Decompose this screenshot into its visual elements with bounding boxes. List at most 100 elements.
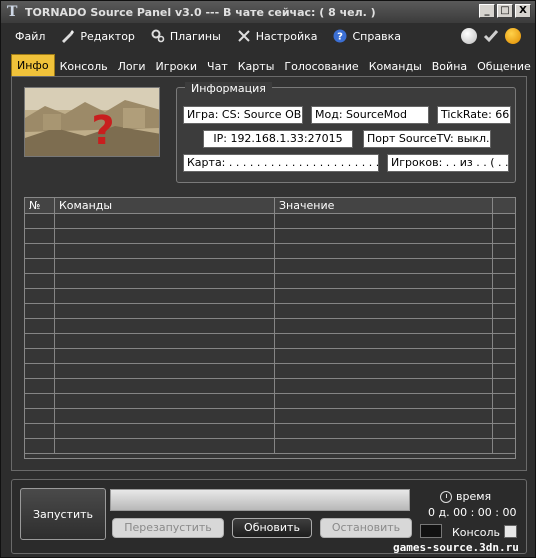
restart-button[interactable]: Перезапустить — [112, 518, 224, 538]
table-row[interactable] — [25, 259, 515, 274]
menu-settings[interactable]: Настройка — [237, 29, 317, 43]
table-row[interactable] — [25, 409, 515, 424]
table-cell — [25, 244, 55, 258]
table-row[interactable] — [25, 349, 515, 364]
table-cell — [25, 439, 55, 453]
table-cell — [493, 364, 515, 378]
table-cell — [275, 274, 493, 288]
column-header-extra[interactable] — [493, 198, 515, 213]
check-icon[interactable] — [483, 28, 499, 44]
editor-icon — [62, 30, 75, 43]
minimize-button[interactable]: _ — [479, 4, 495, 18]
table-cell — [25, 274, 55, 288]
menu-file[interactable]: Файл — [15, 30, 45, 43]
menu-editor-label: Редактор — [80, 29, 135, 43]
table-cell — [25, 304, 55, 318]
table-row[interactable] — [25, 274, 515, 289]
tab-voting[interactable]: Голосование — [279, 56, 363, 76]
menu-help[interactable]: ? Справка — [333, 29, 401, 43]
table-cell — [493, 349, 515, 363]
svg-text:?: ? — [338, 32, 344, 43]
table-cell — [493, 229, 515, 243]
stop-button[interactable]: Остановить — [320, 518, 412, 538]
menu-editor[interactable]: Редактор — [61, 29, 135, 43]
table-cell — [493, 214, 515, 228]
table-cell — [275, 394, 493, 408]
tab-commands[interactable]: Команды — [364, 56, 427, 76]
commands-table[interactable]: № Команды Значение — [24, 197, 516, 459]
table-row[interactable] — [25, 364, 515, 379]
table-row[interactable] — [25, 424, 515, 439]
app-logo-icon: T — [7, 4, 18, 20]
table-cell — [25, 214, 55, 228]
table-cell — [275, 229, 493, 243]
table-row[interactable] — [25, 229, 515, 244]
start-button[interactable]: Запустить — [20, 488, 106, 540]
help-icon: ? — [333, 29, 347, 43]
table-row[interactable] — [25, 304, 515, 319]
menu-bar: Файл Редактор Плагины Настройка ? Справк… — [1, 24, 535, 48]
info-group: Информация Игра: CS: Source OB Мод: Sour… — [176, 82, 516, 183]
table-cell — [25, 424, 55, 438]
clock-icon — [440, 490, 452, 503]
table-cell — [275, 319, 493, 333]
table-cell — [275, 304, 493, 318]
tab-communication[interactable]: Общение — [472, 56, 536, 76]
column-header-commands[interactable]: Команды — [55, 198, 275, 213]
refresh-button[interactable]: Обновить — [232, 518, 312, 538]
table-row[interactable] — [25, 379, 515, 394]
console-label: Консоль — [452, 526, 501, 539]
table-cell — [25, 319, 55, 333]
tab-maps[interactable]: Карты — [233, 56, 280, 76]
table-row[interactable] — [25, 289, 515, 304]
table-cell — [25, 364, 55, 378]
table-cell — [493, 244, 515, 258]
maximize-button[interactable]: □ — [497, 4, 513, 18]
sourcetv-field: Порт SourceTV: выкл. — [363, 130, 491, 148]
map-preview-graphic: ? — [25, 88, 159, 156]
table-cell — [55, 334, 275, 348]
table-row[interactable] — [25, 214, 515, 229]
table-row[interactable] — [25, 319, 515, 334]
table-cell — [25, 379, 55, 393]
tab-console[interactable]: Консоль — [55, 56, 113, 76]
table-cell — [55, 229, 275, 243]
tools-icon — [238, 30, 250, 42]
tab-chat[interactable]: Чат — [202, 56, 233, 76]
table-cell — [493, 289, 515, 303]
table-cell — [55, 424, 275, 438]
menu-help-label: Справка — [352, 29, 401, 43]
orange-circle-icon[interactable] — [505, 28, 521, 44]
table-cell — [25, 334, 55, 348]
table-cell — [25, 289, 55, 303]
column-header-number[interactable]: № — [25, 198, 55, 213]
table-header: № Команды Значение — [25, 198, 515, 214]
table-row[interactable] — [25, 334, 515, 349]
table-cell — [55, 439, 275, 453]
column-header-value[interactable]: Значение — [275, 198, 493, 213]
table-cell — [275, 244, 493, 258]
table-cell — [493, 424, 515, 438]
table-cell — [493, 334, 515, 348]
table-cell — [55, 259, 275, 273]
table-cell — [55, 319, 275, 333]
close-button[interactable]: X — [515, 4, 531, 18]
table-cell — [55, 394, 275, 408]
tab-players[interactable]: Игроки — [151, 56, 203, 76]
progress-bar — [110, 489, 410, 511]
table-cell — [55, 274, 275, 288]
white-circle-icon[interactable] — [461, 28, 477, 44]
table-row[interactable] — [25, 244, 515, 259]
tickrate-field: TickRate: 66 — [437, 106, 511, 124]
map-field: Карта: . . . . . . . . . . . . . . . . .… — [183, 154, 379, 172]
tab-war[interactable]: Война — [427, 56, 472, 76]
table-row[interactable] — [25, 394, 515, 409]
table-cell — [55, 379, 275, 393]
console-checkbox[interactable] — [504, 525, 517, 538]
tab-logs[interactable]: Логи — [113, 56, 151, 76]
menu-plugins[interactable]: Плагины — [151, 29, 221, 43]
table-cell — [55, 349, 275, 363]
tab-info[interactable]: Инфо — [11, 54, 55, 76]
table-cell — [275, 334, 493, 348]
table-row[interactable] — [25, 439, 515, 454]
